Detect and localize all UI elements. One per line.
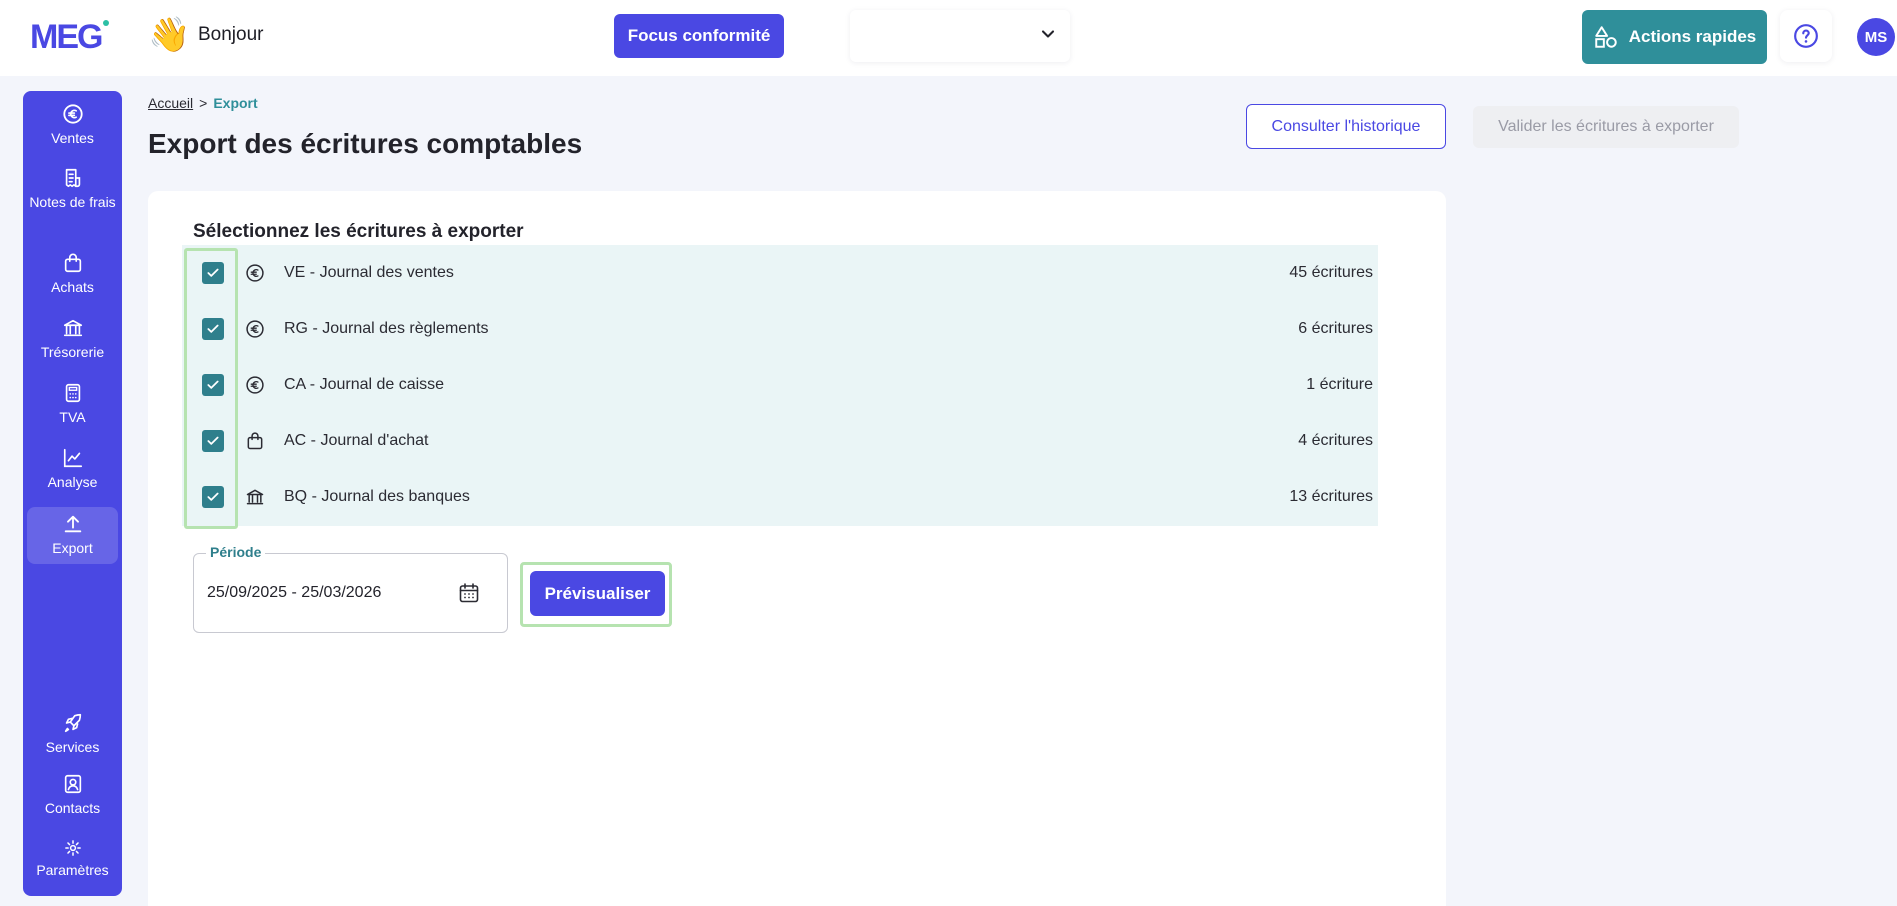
sidebar-item-notes-de-frais[interactable]: Notes de frais: [27, 167, 118, 212]
period-field[interactable]: Période 25/09/2025 - 25/03/2026: [193, 544, 508, 633]
calculator-icon: [65, 383, 80, 403]
sidebar: Ventes Notes de frais Achats Trésorerie …: [23, 91, 122, 896]
page-title: Export des écritures comptables: [148, 128, 583, 159]
actions-rapides-button[interactable]: Actions rapides: [1582, 10, 1767, 64]
sidebar-item-ventes[interactable]: Ventes: [27, 103, 118, 148]
question-circle-icon: [1794, 24, 1818, 48]
journal-label: CA - Journal de caisse: [284, 376, 445, 393]
greeting-text: Bonjour: [198, 24, 264, 45]
check-icon: [207, 268, 219, 277]
check-icon: [207, 492, 219, 501]
sidebar-item-achats[interactable]: Achats: [27, 252, 118, 297]
journal-checkbox[interactable]: [202, 318, 224, 340]
journal-checkbox[interactable]: [202, 430, 224, 452]
sidebar-item-label: Contacts: [44, 800, 101, 816]
shapes-icon: [1594, 26, 1617, 48]
sidebar-item-label: TVA: [59, 409, 86, 425]
user-avatar[interactable]: MS: [1857, 18, 1895, 56]
line-chart-icon: [63, 448, 82, 468]
top-bar: MEG 👋 Bonjour Focus conformité Actions r…: [0, 0, 1897, 76]
sidebar-item-label: Export: [52, 540, 93, 556]
journal-row[interactable]: CA - Journal de caisse 1 écriture: [182, 357, 1378, 413]
shopping-bag-icon: [64, 253, 81, 273]
journal-checkbox[interactable]: [202, 262, 224, 284]
preview-highlight: Prévisualiser: [520, 562, 672, 627]
sidebar-item-parametres[interactable]: Paramètres: [27, 839, 118, 880]
rocket-icon: [64, 713, 81, 733]
check-icon: [207, 436, 219, 445]
sidebar-item-label: Ventes: [51, 130, 94, 146]
sidebar-item-label: Trésorerie: [40, 344, 105, 360]
sidebar-item-export[interactable]: Export: [27, 507, 118, 564]
sidebar-item-label: Paramètres: [36, 862, 109, 878]
euro-circle-icon: [246, 264, 264, 282]
euro-circle-icon: [246, 376, 264, 394]
calendar-icon[interactable]: [457, 581, 481, 605]
journal-label: VE - Journal des ventes: [284, 264, 454, 281]
sidebar-item-services[interactable]: Services: [27, 712, 118, 757]
gear-icon: [64, 840, 81, 856]
sidebar-item-analyse[interactable]: Analyse: [27, 447, 118, 492]
journal-row[interactable]: BQ - Journal des banques 13 écritures: [182, 469, 1378, 525]
breadcrumb-current: Export: [213, 95, 258, 111]
journal-checkbox[interactable]: [202, 374, 224, 396]
journal-row[interactable]: RG - Journal des règlements 6 écritures: [182, 301, 1378, 357]
waving-hand-icon: 👋: [148, 16, 191, 54]
journal-count: 13 écritures: [1289, 488, 1373, 505]
chevron-down-icon: [1041, 30, 1055, 38]
sidebar-item-tresorerie[interactable]: Trésorerie: [27, 317, 118, 362]
company-select[interactable]: [850, 10, 1070, 62]
receipt-icon: [65, 168, 80, 188]
sidebar-item-contacts[interactable]: Contacts: [27, 773, 118, 818]
valider-ecritures-button[interactable]: Valider les écritures à exporter: [1473, 106, 1739, 148]
meg-logo[interactable]: MEG: [30, 18, 110, 57]
bank-icon: [246, 489, 264, 505]
period-value: 25/09/2025 - 25/03/2026: [207, 584, 382, 601]
check-icon: [207, 324, 219, 333]
selection-title: Sélectionnez les écritures à exporter: [193, 221, 524, 242]
journal-row[interactable]: VE - Journal des ventes 45 écritures: [182, 245, 1378, 301]
breadcrumb: Accueil > Export: [148, 95, 258, 111]
period-label: Période: [206, 544, 266, 560]
upload-icon: [64, 515, 81, 533]
journal-label: AC - Journal d'achat: [284, 432, 429, 449]
journal-count: 4 écritures: [1298, 432, 1373, 449]
contact-card-icon: [64, 774, 81, 794]
euro-circle-icon: [62, 104, 83, 124]
breadcrumb-home-link[interactable]: Accueil: [148, 95, 193, 111]
bank-icon: [63, 319, 82, 337]
journal-list: VE - Journal des ventes 45 écritures RG …: [182, 245, 1378, 526]
sidebar-item-label: Analyse: [47, 474, 98, 490]
journal-count: 6 écritures: [1298, 320, 1373, 337]
export-card: Sélectionnez les écritures à exporter VE…: [148, 191, 1446, 906]
sidebar-item-label: Notes de frais: [29, 194, 116, 210]
sidebar-item-tva[interactable]: TVA: [27, 382, 118, 427]
journal-count: 45 écritures: [1289, 264, 1373, 281]
sidebar-item-label: Achats: [51, 279, 94, 295]
journal-label: RG - Journal des règlements: [284, 320, 489, 337]
journal-row[interactable]: AC - Journal d'achat 4 écritures: [182, 413, 1378, 469]
journal-checkbox[interactable]: [202, 486, 224, 508]
check-icon: [207, 380, 219, 389]
actions-rapides-label: Actions rapides: [1628, 27, 1757, 46]
journal-label: BQ - Journal des banques: [284, 488, 470, 505]
journal-count: 1 écriture: [1306, 376, 1373, 393]
sidebar-item-label: Services: [45, 739, 100, 755]
focus-conformite-button[interactable]: Focus conformité: [614, 14, 784, 58]
breadcrumb-separator: >: [199, 95, 208, 111]
previsualiser-button[interactable]: Prévisualiser: [530, 571, 665, 616]
consulter-historique-button[interactable]: Consulter l'historique: [1246, 104, 1446, 149]
euro-circle-icon: [246, 320, 264, 338]
shopping-bag-icon: [247, 432, 263, 450]
help-button[interactable]: [1780, 10, 1832, 62]
